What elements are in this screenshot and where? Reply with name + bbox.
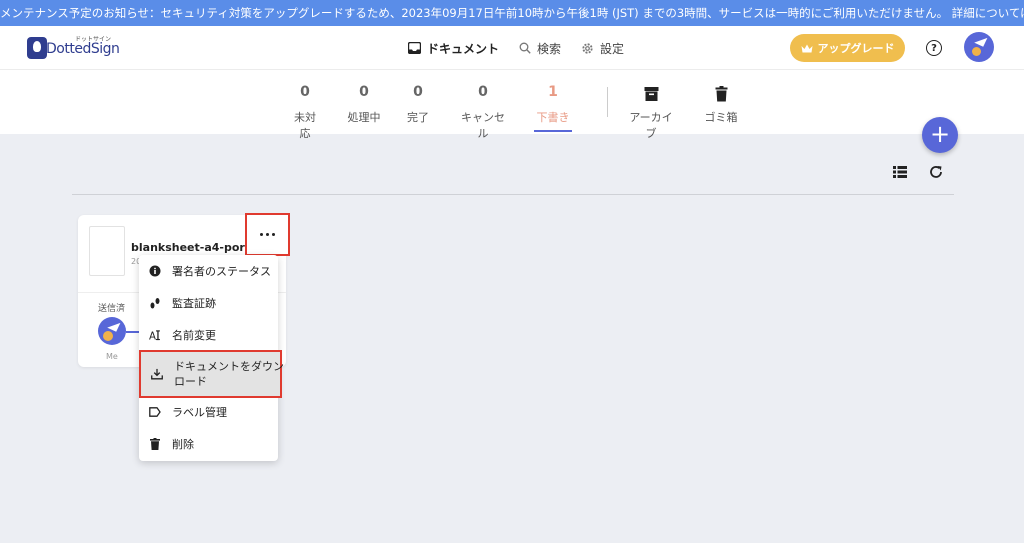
menu-item-download[interactable]: ドキュメントをダウンロード [139,350,284,398]
more-dot-icon [265,232,270,237]
crown-icon [801,44,812,52]
tab-archive-label: アーカイブ [629,111,673,140]
tab-trash[interactable]: ゴミ箱 [704,84,738,125]
tab-cancelled[interactable]: 0 キャンセル [456,84,510,141]
tab-archive[interactable]: アーカイブ [624,84,678,141]
main-nav: ドキュメント 検索 設定 [408,26,624,70]
search-icon [519,42,531,54]
add-document-button[interactable]: + [922,117,958,153]
menu-item-signer-status[interactable]: 署名者のステータス [139,257,278,285]
nav-search[interactable]: 検索 [519,40,561,57]
sender-progress-line [126,331,140,333]
menu-item-audit-trail[interactable]: 監査証跡 [139,289,278,317]
sender-status-label: 送信済 [98,304,126,314]
menu-item-label: ドキュメントをダウンロード [174,360,284,388]
status-tabs-bar: 0 未対応 0 処理中 0 完了 0 キャンセル 1 下書き アーカイブ ゴミ箱 [0,70,1024,140]
tab-trash-label: ゴミ箱 [704,111,738,124]
tab-drafts-label: 下書き [536,111,570,124]
rename-icon: A [149,329,161,341]
nav-search-label: 検索 [537,41,562,56]
more-dot-icon [259,232,264,237]
menu-item-delete[interactable]: 削除 [139,430,278,458]
more-options-button[interactable] [245,213,290,256]
upgrade-label: アップグレード [817,42,895,55]
menu-item-label: 監査証跡 [172,297,216,310]
content-divider [72,194,954,195]
user-avatar[interactable] [964,32,994,62]
tab-pending-label: 未対応 [294,111,316,140]
maintenance-banner[interactable]: メンテナンス予定のお知らせ：セキュリティ対策をアップグレードするため、2023年… [0,0,1024,26]
top-navbar: ドットサイン DottedSign ドキュメント 検索 設定 アップグレード ? [0,26,1024,70]
tab-pending[interactable]: 0 未対応 [289,84,321,141]
list-view-icon[interactable] [893,166,907,178]
menu-item-label: 名前変更 [172,329,216,342]
nav-settings-label: 設定 [600,41,625,56]
menu-item-label: ラベル管理 [172,406,227,419]
avatar-dot-shape [972,47,981,56]
help-icon[interactable]: ? [926,40,942,56]
nav-settings[interactable]: 設定 [581,40,624,57]
sender-avatar [98,317,126,345]
tabs-divider [607,87,608,117]
tab-cancelled-label: キャンセル [461,111,505,140]
inbox-icon [408,42,421,54]
download-icon [151,368,163,380]
menu-item-label-management[interactable]: ラベル管理 [139,398,278,426]
menu-item-label: 署名者のステータス [172,265,271,278]
nav-documents[interactable]: ドキュメント [408,40,499,57]
sender-avatar-dot-shape [103,331,113,341]
tab-completed-label: 完了 [407,111,429,124]
more-dot-icon [271,232,276,237]
tab-processing[interactable]: 0 処理中 [347,84,381,125]
active-tab-underline [534,130,572,132]
footprints-icon [149,297,161,309]
tab-cancelled-count: 0 [478,84,488,100]
gear-icon [582,42,593,54]
document-context-menu: 署名者のステータス 監査証跡 A 名前変更 ドキュメントをダウンロード ラベル管… [139,255,284,461]
svg-text:A: A [149,332,156,341]
dottedsign-logo[interactable]: ドットサイン DottedSign [27,34,120,62]
tab-drafts-count: 1 [548,84,558,100]
info-icon [149,265,161,277]
tab-processing-label: 処理中 [347,111,381,124]
tab-completed[interactable]: 0 完了 [405,84,431,125]
document-thumbnail[interactable] [89,226,125,276]
sender-name: Me [106,352,118,361]
logo-brand-text: DottedSign [46,41,120,57]
tab-processing-count: 0 [359,84,369,100]
menu-item-label: 削除 [172,438,194,451]
tab-completed-count: 0 [413,84,423,100]
trash-icon [715,86,727,102]
tab-drafts[interactable]: 1 下書き [534,84,572,125]
refresh-icon[interactable] [928,164,944,180]
label-icon [149,406,161,418]
logo-mark-icon [27,37,47,59]
tab-pending-count: 0 [300,84,310,100]
trash-icon [149,438,161,450]
nav-documents-label: ドキュメント [427,41,500,56]
menu-item-rename[interactable]: A 名前変更 [139,321,278,349]
upgrade-button[interactable]: アップグレード [790,34,905,62]
archive-icon [644,87,658,101]
